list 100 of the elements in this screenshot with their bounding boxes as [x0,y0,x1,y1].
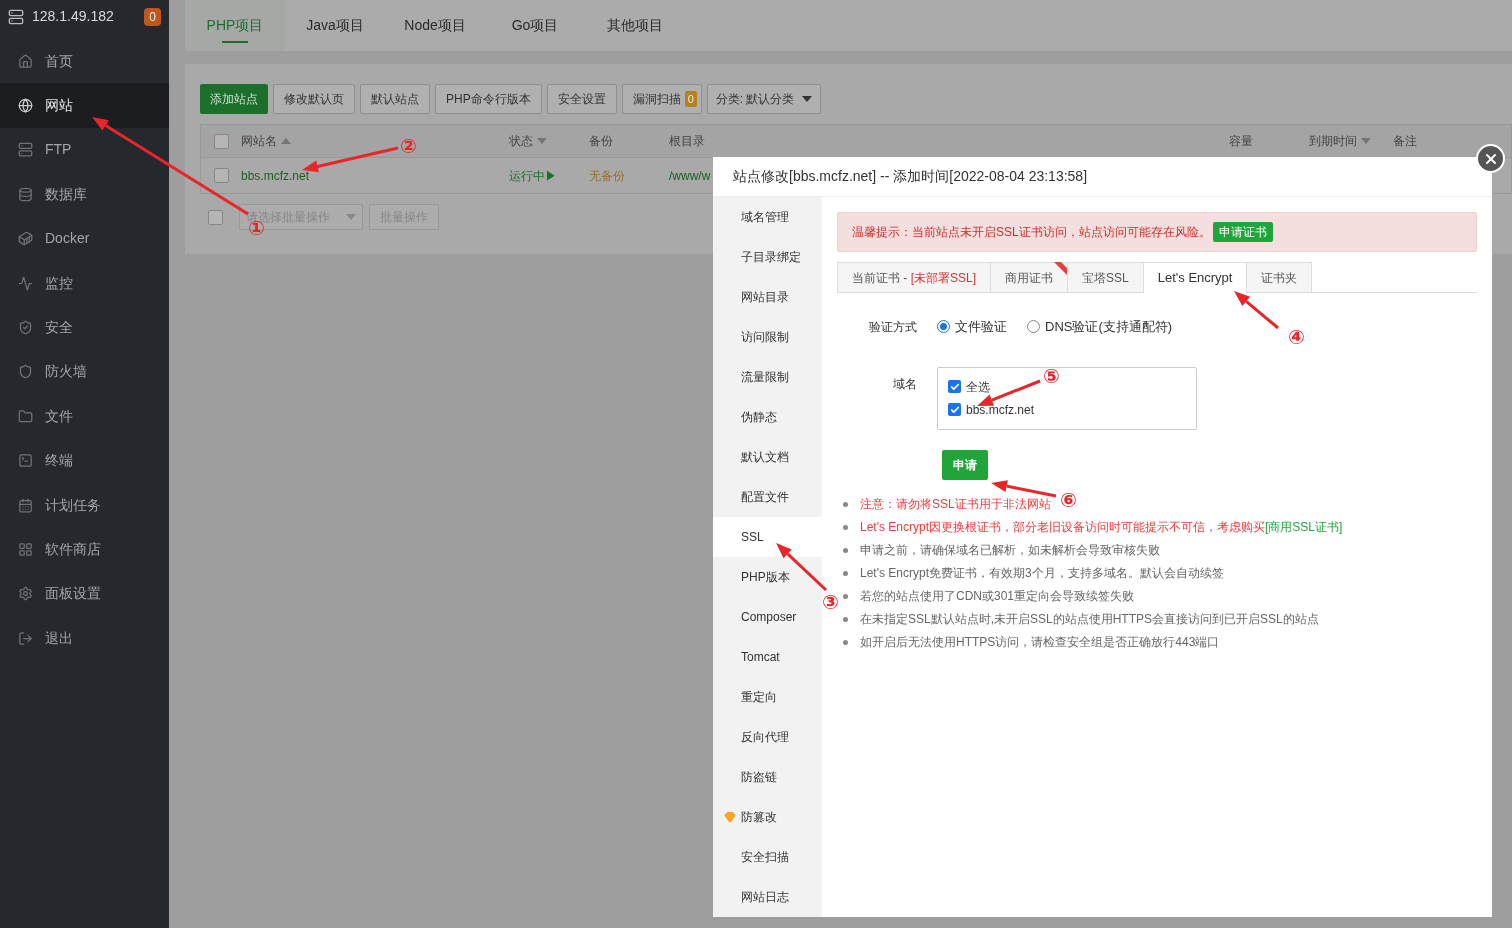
sidebar-item[interactable]: 终端 [0,438,169,483]
sidebar-item[interactable]: 首页 [0,39,169,84]
dialog-nav-item[interactable]: 域名管理 [713,197,822,237]
sidebar-item[interactable]: 监控 [0,260,169,306]
column-header[interactable]: 容量 [1229,132,1253,150]
host-address: 128.1.49.182 [32,7,115,26]
add-site-button[interactable]: 添加站点 [200,84,268,114]
logout-icon [18,630,33,646]
dialog-nav-item[interactable]: 重定向 [713,677,822,717]
domain-label: 域名 [892,375,918,393]
apply-certificate-button[interactable]: 申请证书 [1212,222,1273,242]
annotation-arrow [977,379,1041,406]
sidebar-item[interactable]: 软件商店 [0,527,169,572]
toolbar-button[interactable]: 修改默认页 [273,84,355,114]
sort-up-icon [281,138,291,144]
checkbox[interactable] [213,168,229,183]
step-number: ② [400,136,417,156]
pulse-icon [18,275,33,291]
note-text: 注意：请勿将SSL证书用于非法网站 [860,495,1051,513]
checkbox[interactable] [213,133,229,149]
dialog-nav-item[interactable]: 默认文档 [713,437,822,477]
dialog-nav-item[interactable]: Composer [713,597,822,637]
ssl-tab[interactable]: 商用证书 [990,262,1069,293]
home-icon [18,53,33,69]
server-icon [8,8,24,25]
dialog-nav-item[interactable]: 网站日志 [713,877,822,917]
bullet-icon [843,639,848,645]
dialog-nav-item[interactable]: 防盗链 [713,757,822,797]
ssl-tab[interactable]: 宝塔SSL [1067,262,1144,293]
ssl-tab[interactable]: 证书夹 [1246,262,1313,293]
shield-icon [18,364,33,380]
toolbar-button[interactable]: 漏洞扫描 0 [621,84,702,114]
project-tab[interactable]: Java项目 [285,0,385,51]
note-text: 在未指定SSL默认站点时,未开启SSL的站点使用HTTPS会直接访问到已开启SSL的站点 [860,610,1319,628]
note-text: 如开启后无法使用HTTPS访问，请检查安全组是否正确放行443端口 [860,633,1220,651]
commercial-ssl-link[interactable]: [商用SSL证书] [1265,519,1343,534]
note-text: Let's Encrypt免费证书，有效期3个月，支持多域名。默认会自动续签 [860,564,1224,582]
column-header[interactable]: 备注 [1393,132,1417,150]
toolbar-button[interactable]: PHP命令行版本 [435,84,542,114]
active-tab-indicator [222,41,248,43]
project-tab[interactable]: 其他项目 [585,0,685,51]
sidebar-item[interactable]: Docker [0,216,169,261]
sidebar-item[interactable]: 安全 [0,305,169,350]
column-header[interactable]: 到期时间 [1309,132,1371,150]
step-number: ⑥ [1060,490,1077,510]
sort-down-icon [1361,138,1371,144]
dialog-nav-item[interactable]: Tomcat [713,637,822,677]
toolbar-button[interactable]: 默认站点 [360,84,430,114]
ssl-tab[interactable]: 当前证书 - [未部署SSL] [837,262,992,293]
sort-down-icon [537,138,547,144]
count-badge: 0 [684,90,697,108]
category-dropdown[interactable]: 分类: 默认分类 [706,84,822,114]
verify-method-label: 验证方式 [868,318,918,336]
radio-option[interactable]: DNS验证(支持通配符) [1027,317,1173,337]
caret-icon [802,96,813,102]
ssl-tab[interactable]: Let's Encrypt [1142,262,1248,293]
checkbox[interactable] [208,209,223,225]
bullet-icon [843,570,848,576]
sidebar-item[interactable]: 网站 [0,83,169,128]
dialog-nav-item[interactable]: SSL [713,517,822,557]
sidebar-item[interactable]: 数据库 [0,172,169,217]
bullet-icon [843,616,848,622]
toolbar-button[interactable]: 安全设置 [546,84,617,114]
dialog-nav-item[interactable]: 伪静态 [713,397,822,437]
note-text: Let's Encrypt因更换根证书，部分老旧设备访问时可能提示不可信，考虑购买[商用SSL证书] [860,518,1343,536]
step-number: ⑤ [1043,366,1060,386]
calendar-icon [18,497,33,513]
notification-count[interactable]: 0 [144,7,161,26]
radio-option[interactable]: 文件验证 [937,317,1007,337]
sidebar-item[interactable]: 面板设置 [0,571,169,617]
column-header[interactable]: 状态 [509,132,547,150]
sidebar-item[interactable]: 计划任务 [0,482,169,528]
apply-button[interactable]: 申请 [942,449,988,480]
project-tab[interactable]: Node项目 [385,0,485,51]
bullet-icon [843,593,848,599]
dialog-nav-item[interactable]: 访问限制 [713,317,822,357]
sidebar-item[interactable]: 文件 [0,394,169,439]
root-path-link[interactable]: /www/w [669,166,711,185]
checkbox[interactable] [948,380,961,393]
column-header[interactable]: 备份 [589,132,613,150]
sidebar-item[interactable]: 退出 [0,616,169,661]
site-name-link[interactable]: bbs.mcfz.net [241,166,509,185]
folder-icon [18,408,33,424]
sidebar-item[interactable]: FTP [0,127,169,173]
project-tab[interactable]: Go项目 [485,0,585,51]
dialog-nav-item[interactable]: 防篡改 [713,797,822,837]
dialog-nav-item[interactable]: 流量限制 [713,357,822,397]
column-header[interactable]: 网站名 [241,132,291,150]
dialog-nav-item[interactable]: PHP版本 [713,557,822,597]
note-text: 申请之前，请确保域名已解析，如未解析会导致审核失败 [860,541,1160,559]
backup-cell-text: 无备份 [589,167,626,185]
checkbox[interactable] [948,403,961,416]
dialog-nav-item[interactable]: 配置文件 [713,477,822,517]
bullet-icon [843,547,848,553]
column-header[interactable]: 根目录 [669,132,705,150]
dialog-nav-item[interactable]: 网站目录 [713,277,822,317]
dialog-nav-item[interactable]: 反向代理 [713,717,822,757]
dialog-nav-item[interactable]: 子目录绑定 [713,237,822,277]
sidebar-item[interactable]: 防火墙 [0,349,169,395]
dialog-nav-item[interactable]: 安全扫描 [713,837,822,877]
